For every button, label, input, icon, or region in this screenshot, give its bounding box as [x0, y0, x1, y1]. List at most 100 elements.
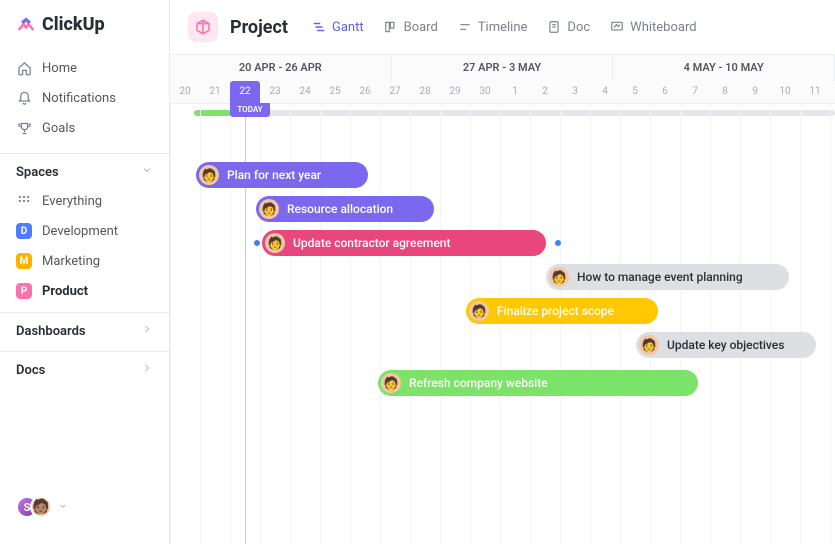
day-cell[interactable]: 20: [170, 81, 200, 103]
space-badge: P: [16, 283, 32, 299]
tab-timeline[interactable]: Timeline: [456, 16, 530, 39]
week-cell: 4 MAY - 10 MAY: [613, 55, 835, 81]
day-cell[interactable]: 7: [680, 81, 710, 103]
tab-board[interactable]: Board: [382, 16, 440, 39]
assignee-avatar[interactable]: 🧑: [199, 165, 219, 185]
project-icon[interactable]: [188, 12, 218, 42]
assignee-avatar[interactable]: 🧑: [469, 301, 489, 321]
day-cell[interactable]: 10: [770, 81, 800, 103]
day-cell[interactable]: 27: [380, 81, 410, 103]
home-icon: [16, 60, 32, 76]
task-label: Update contractor agreement: [293, 236, 450, 250]
day-cell[interactable]: 22TODAY: [230, 81, 260, 103]
task-label: How to manage event planning: [577, 270, 743, 284]
timeline-icon: [458, 20, 472, 34]
primary-nav: Home Notifications Goals: [0, 49, 169, 147]
brand-row: ClickUp: [0, 14, 169, 49]
space-label: Development: [42, 224, 118, 239]
tab-label: Gantt: [332, 20, 364, 35]
day-cell[interactable]: 2: [530, 81, 560, 103]
day-cell[interactable]: 25: [320, 81, 350, 103]
user-avatars[interactable]: S 🧑🏽: [0, 484, 169, 530]
assignee-avatar[interactable]: 🧑: [381, 373, 401, 393]
space-marketing[interactable]: M Marketing: [0, 246, 169, 276]
spaces-label: Spaces: [16, 165, 59, 180]
main-content: Project Gantt Board Timeline Doc Whitebo…: [170, 0, 835, 544]
gantt-body[interactable]: 🧑Plan for next year🧑Resource allocation🧑…: [170, 104, 835, 544]
chevron-right-icon: [141, 362, 153, 378]
tab-doc[interactable]: Doc: [545, 16, 592, 39]
assignee-avatar[interactable]: 🧑: [549, 267, 569, 287]
task-bar[interactable]: 🧑 Update contractor agreement: [262, 230, 546, 256]
day-cell[interactable]: 26: [350, 81, 380, 103]
dependency-dot[interactable]: [555, 240, 561, 246]
task-bar[interactable]: 🧑Finalize project scope: [466, 298, 658, 324]
topbar: Project Gantt Board Timeline Doc Whitebo…: [170, 0, 835, 54]
space-badge: M: [16, 253, 32, 269]
task-bar[interactable]: 🧑 Update key objectives: [636, 332, 816, 358]
space-label: Product: [42, 284, 88, 299]
nav-notifications[interactable]: Notifications: [0, 83, 169, 113]
task-label: Update key objectives: [667, 338, 784, 352]
everything-label: Everything: [42, 194, 102, 209]
tab-label: Board: [404, 20, 438, 35]
docs-header[interactable]: Docs: [0, 352, 169, 384]
task-bar[interactable]: 🧑 Resource allocation: [256, 196, 434, 222]
day-cell[interactable]: 29: [440, 81, 470, 103]
dependency-dot[interactable]: [254, 240, 260, 246]
space-product[interactable]: P Product: [0, 276, 169, 306]
tab-label: Doc: [567, 20, 590, 35]
task-bar[interactable]: 🧑Plan for next year: [196, 162, 368, 188]
space-development[interactable]: D Development: [0, 216, 169, 246]
day-cell[interactable]: 4: [590, 81, 620, 103]
nav-home-label: Home: [42, 61, 77, 76]
clickup-logo-icon: [16, 15, 36, 35]
gantt-chart: 20 APR - 26 APR27 APR - 3 MAY4 MAY - 10 …: [170, 54, 835, 544]
day-cell[interactable]: 6: [650, 81, 680, 103]
spaces-header[interactable]: Spaces: [0, 154, 169, 186]
nav-goals-label: Goals: [42, 121, 75, 136]
nav-goals[interactable]: Goals: [0, 113, 169, 143]
day-cell[interactable]: 3: [560, 81, 590, 103]
assignee-avatar[interactable]: 🧑: [259, 199, 279, 219]
bell-icon: [16, 90, 32, 106]
sidebar: ClickUp Home Notifications Goals Spaces …: [0, 0, 170, 544]
trophy-icon: [16, 120, 32, 136]
day-cell[interactable]: 23: [260, 81, 290, 103]
dashboards-header[interactable]: Dashboards: [0, 313, 169, 345]
chevron-down-icon: [141, 164, 153, 180]
grid-icon: [16, 193, 32, 209]
day-cell[interactable]: 30: [470, 81, 500, 103]
nav-home[interactable]: Home: [0, 53, 169, 83]
assignee-avatar[interactable]: 🧑: [639, 335, 659, 355]
tab-whiteboard[interactable]: Whiteboard: [608, 16, 698, 39]
day-cell[interactable]: 8: [710, 81, 740, 103]
everything-item[interactable]: Everything: [0, 186, 169, 216]
task-label: Refresh company website: [409, 376, 548, 390]
task-bar[interactable]: 🧑 How to manage event planning: [546, 264, 789, 290]
day-cell[interactable]: 11: [800, 81, 830, 103]
space-label: Marketing: [42, 254, 100, 269]
tab-gantt[interactable]: Gantt: [310, 16, 366, 39]
progress-remaining: [250, 110, 835, 116]
brand-name: ClickUp: [42, 14, 105, 35]
nav-notifications-label: Notifications: [42, 91, 116, 106]
day-cell[interactable]: 24: [290, 81, 320, 103]
day-cell[interactable]: 21: [200, 81, 230, 103]
day-cell[interactable]: 5: [620, 81, 650, 103]
day-cell[interactable]: 1: [500, 81, 530, 103]
day-cell[interactable]: 28: [410, 81, 440, 103]
board-icon: [384, 20, 398, 34]
day-cell[interactable]: 9: [740, 81, 770, 103]
assignee-avatar[interactable]: 🧑: [265, 233, 285, 253]
dashboards-label: Dashboards: [16, 324, 86, 339]
day-cell[interactable]: 12: [830, 81, 835, 103]
task-label: Resource allocation: [287, 202, 393, 216]
gantt-icon: [312, 20, 326, 34]
avatar-user-2[interactable]: 🧑🏽: [30, 496, 52, 518]
task-bar[interactable]: 🧑 Refresh company website: [378, 370, 698, 396]
chevron-right-icon: [141, 323, 153, 339]
whiteboard-icon: [610, 20, 624, 34]
tab-label: Timeline: [478, 20, 528, 35]
week-cell: 20 APR - 26 APR: [170, 55, 392, 81]
